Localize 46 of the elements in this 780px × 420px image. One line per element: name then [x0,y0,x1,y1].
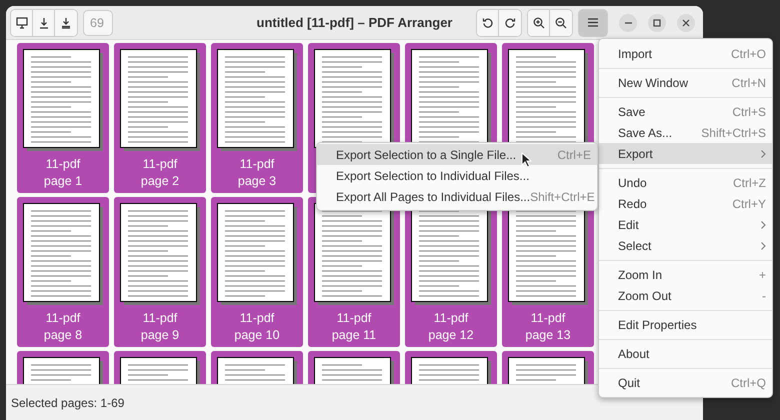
file-name: 11-pdf [336,310,372,327]
shortcut-text: Shift+Ctrl+S [701,126,766,140]
menu-item-label: About [618,346,650,360]
menu-item-label: Edit [618,218,639,232]
menu-item-label: Redo [618,196,647,210]
file-name: 11-pdf [530,310,566,327]
shortcut-text: Ctrl+E [557,148,591,162]
file-name: 11-pdf [434,310,468,327]
page-label: page 12 [428,327,474,344]
page-label: page 13 [525,327,571,344]
page-label: page 9 [140,327,180,344]
menu-item-label: Zoom In [618,268,662,282]
file-name: 11-pdf [240,310,274,327]
page-label: page 11 [332,327,376,344]
file-name: 11-pdf [46,156,80,173]
page-label: page 3 [238,173,276,190]
page-label: page 2 [140,173,180,190]
menu-item-label: Edit Properties [618,318,697,332]
menu-item-label: Zoom Out [618,288,672,302]
shortcut-text: + [758,268,766,282]
shortcut-text: Ctrl+Y [732,196,766,210]
shortcut-text: - [762,288,766,302]
file-name: 11-pdf [142,156,178,173]
menu-item-label: Quit [618,376,640,390]
menu-item-label: Export Selection to a Single File... [336,148,516,162]
shortcut-text: Ctrl+N [732,76,766,90]
shortcut-text: Ctrl+Q [730,376,766,390]
menu-item-label: Undo [618,176,647,190]
menu-item-label: Save [618,104,646,118]
file-name: 11-pdf [142,310,178,327]
menu-item-label: Select [618,238,652,252]
page-label: page 8 [44,327,82,344]
shortcut-text: Ctrl+O [730,46,766,60]
menu-item-label: Export Selection to Individual Files... [336,168,530,182]
page-label: page 10 [234,327,280,344]
file-name: 11-pdf [46,310,80,327]
menu-item-label: Import [618,46,652,60]
window-title: untitled [11-pdf] – PDF Arranger [256,15,452,30]
shortcut-text: Ctrl+Z [733,176,766,190]
status-text: Selected pages: 1-69 [11,396,124,410]
page-label: page 1 [44,173,82,190]
menu-item-label: Save As... [618,126,672,140]
menu-item-label: New Window [618,76,688,90]
shortcut-text: Ctrl+S [732,104,766,118]
file-name: 11-pdf [240,156,274,173]
menu-item-label: Export [618,146,653,160]
